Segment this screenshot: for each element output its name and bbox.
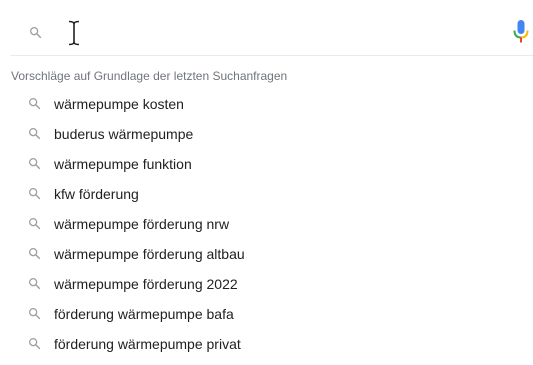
text-cursor-icon	[68, 20, 80, 46]
search-icon	[28, 307, 41, 320]
search-icon	[28, 217, 41, 230]
search-icon	[28, 337, 41, 350]
suggestion-label: wärmepumpe funktion	[54, 156, 192, 172]
divider	[10, 55, 533, 56]
suggestion-list: wärmepumpe kosten buderus wärmepumpe wär…	[0, 89, 533, 359]
suggestion-item[interactable]: buderus wärmepumpe	[0, 119, 533, 149]
search-bar[interactable]	[0, 0, 533, 58]
microphone-icon[interactable]	[512, 19, 530, 45]
suggestion-label: wärmepumpe förderung altbau	[54, 246, 245, 262]
search-icon	[28, 157, 41, 170]
suggestion-item[interactable]: wärmepumpe förderung altbau	[0, 239, 533, 269]
search-icon	[28, 97, 41, 110]
search-icon	[28, 247, 41, 260]
search-input[interactable]	[90, 18, 490, 44]
suggestion-label: wärmepumpe kosten	[54, 96, 184, 112]
suggestion-label: förderung wärmepumpe privat	[54, 336, 241, 352]
suggestion-item[interactable]: förderung wärmepumpe privat	[0, 329, 533, 359]
suggestion-label: wärmepumpe förderung 2022	[54, 276, 238, 292]
suggestion-item[interactable]: wärmepumpe förderung 2022	[0, 269, 533, 299]
suggestion-item[interactable]: wärmepumpe kosten	[0, 89, 533, 119]
suggestion-item[interactable]: kfw förderung	[0, 179, 533, 209]
suggestion-item[interactable]: wärmepumpe förderung nrw	[0, 209, 533, 239]
search-icon	[28, 127, 41, 140]
suggestion-item[interactable]: wärmepumpe funktion	[0, 149, 533, 179]
suggestion-label: wärmepumpe förderung nrw	[54, 216, 230, 232]
suggestions-header: Vorschläge auf Grundlage der letzten Suc…	[11, 69, 288, 83]
suggestion-label: förderung wärmepumpe bafa	[54, 306, 234, 322]
suggestion-label: kfw förderung	[54, 186, 139, 202]
search-icon	[28, 277, 41, 290]
suggestion-item[interactable]: förderung wärmepumpe bafa	[0, 299, 533, 329]
suggestion-label: buderus wärmepumpe	[54, 126, 194, 142]
search-icon	[28, 187, 41, 200]
search-icon	[29, 26, 42, 39]
search-autocomplete-panel: Vorschläge auf Grundlage der letzten Suc…	[0, 0, 533, 365]
